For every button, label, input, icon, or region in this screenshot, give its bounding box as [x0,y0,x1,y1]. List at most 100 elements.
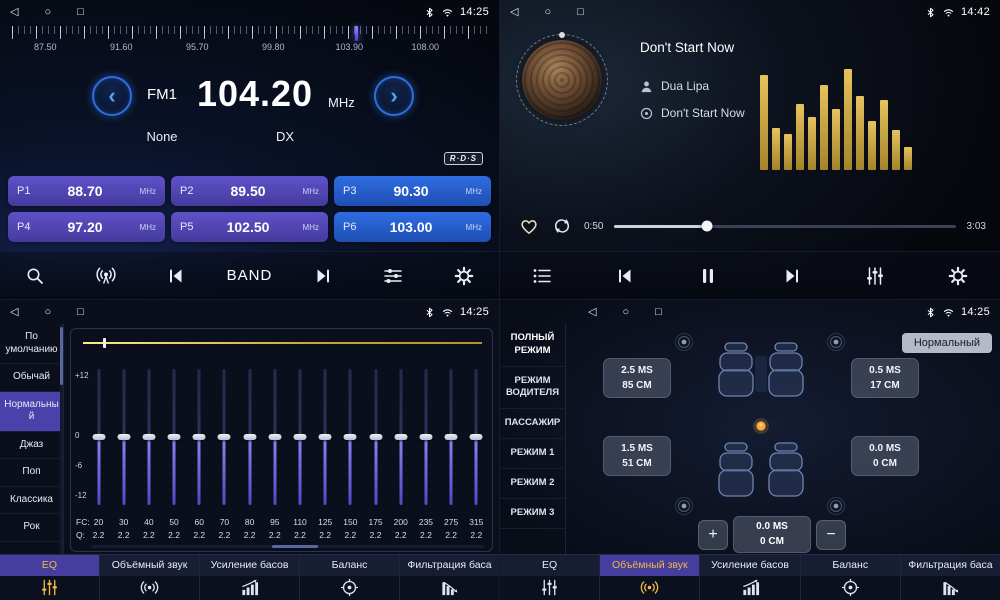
eq-slider-knob[interactable] [369,434,382,440]
eq-slider-knob[interactable] [319,434,332,440]
master-level-slider[interactable] [83,337,482,349]
eq-band-slider[interactable] [293,367,308,507]
nav-back-icon[interactable]: ◁ [10,7,18,18]
tab-bass-boost[interactable]: Усиление басов [200,555,300,600]
playlist-icon[interactable] [522,258,562,294]
sound-preset-button[interactable]: Нормальный [902,333,992,353]
eq-slider-knob[interactable] [394,434,407,440]
eq-slider-knob[interactable] [470,434,483,440]
eq-slider-knob[interactable] [193,434,206,440]
eq-band-slider[interactable] [418,367,433,507]
tuning-pointer[interactable] [355,26,358,41]
mode-3[interactable]: РЕЖИМ 3 [500,499,565,529]
delay-front-left[interactable]: 2.5 MS85 CM [603,358,671,398]
settings-gear-icon[interactable] [444,258,484,294]
previous-track-icon[interactable] [605,258,645,294]
tab-surround-sound[interactable]: Объёмный звук [100,555,200,600]
scrollbar-thumb[interactable] [272,545,318,548]
broadcast-icon[interactable] [86,258,126,294]
tab-surround-sound[interactable]: Объёмный звук [600,555,700,600]
dx-mode[interactable]: DX [262,129,308,144]
eq-band-slider[interactable] [192,367,207,507]
eq-band-slider[interactable] [167,367,182,507]
preset-button-p3[interactable]: P390.30MHz [334,176,491,206]
nav-home-icon[interactable]: ○ [44,7,51,18]
bands-horizontal-scrollbar[interactable] [91,545,484,548]
seek-up-button[interactable]: › [374,76,414,116]
nav-home-icon[interactable]: ○ [622,307,629,318]
preset-button-p4[interactable]: P497.20MHz [8,212,165,242]
eq-preset-jazz[interactable]: Джаз [0,432,63,460]
delay-decrease-button[interactable]: − [816,520,846,550]
tab-bass-filter[interactable]: Фильтрация баса [901,555,1000,600]
settings-gear-icon[interactable] [938,258,978,294]
delay-front-right[interactable]: 0.5 MS17 CM [851,358,919,398]
eq-slider-knob[interactable] [268,434,281,440]
delay-rear-right[interactable]: 0.0 MS0 CM [851,436,919,476]
next-track-icon[interactable] [303,258,343,294]
equalizer-settings-icon[interactable] [855,258,895,294]
pause-icon[interactable] [688,258,728,294]
nav-back-icon[interactable]: ◁ [10,307,18,318]
eq-band-slider[interactable] [141,367,156,507]
eq-preset-default[interactable]: По умолчанию [0,324,63,364]
nav-home-icon[interactable]: ○ [44,307,51,318]
eq-band-slider[interactable] [91,367,106,507]
previous-track-icon[interactable] [156,258,196,294]
eq-band-slider[interactable] [242,367,257,507]
nav-back-icon[interactable]: ◁ [588,307,596,318]
eq-preset-pop[interactable]: Поп [0,459,63,487]
eq-slider-knob[interactable] [294,434,307,440]
eq-band-slider[interactable] [393,367,408,507]
eq-preset-classic[interactable]: Классика [0,487,63,515]
seek-down-button[interactable]: ‹ [92,76,132,116]
tab-eq[interactable]: EQ [0,555,100,600]
progress-knob[interactable] [701,221,712,232]
preset-button-p5[interactable]: P5102.50MHz [171,212,328,242]
search-stations-icon[interactable] [15,258,55,294]
eq-band-slider[interactable] [343,367,358,507]
eq-band-slider[interactable] [217,367,232,507]
tab-balance[interactable]: Баланс [300,555,400,600]
sidebar-scrollbar[interactable] [60,324,63,554]
next-track-icon[interactable] [772,258,812,294]
eq-band-slider[interactable] [469,367,484,507]
eq-slider-knob[interactable] [419,434,432,440]
eq-band-slider[interactable] [318,367,333,507]
mode-2[interactable]: РЕЖИМ 2 [500,469,565,499]
eq-slider-knob[interactable] [142,434,155,440]
eq-slider-knob[interactable] [243,434,256,440]
eq-slider-knob[interactable] [168,434,181,440]
band-button[interactable]: BAND [227,258,273,294]
nav-recents-icon[interactable]: □ [77,7,84,18]
eq-slider-knob[interactable] [218,434,231,440]
eq-band-slider[interactable] [368,367,383,507]
nav-home-icon[interactable]: ○ [544,7,551,18]
master-slider-knob[interactable] [103,338,106,348]
eq-slider-knob[interactable] [445,434,458,440]
tab-bass-boost[interactable]: Усиление басов [700,555,800,600]
eq-preset-rock[interactable]: Рок [0,514,63,542]
mode-passenger[interactable]: ПАССАЖИР [500,409,565,439]
mode-driver[interactable]: РЕЖИМ ВОДИТЕЛЯ [500,367,565,410]
eq-slider-knob[interactable] [344,434,357,440]
favorite-heart-icon[interactable] [518,215,540,237]
tab-bass-filter[interactable]: Фильтрация баса [400,555,499,600]
nav-back-icon[interactable]: ◁ [510,7,518,18]
preset-button-p1[interactable]: P188.70MHz [8,176,165,206]
tab-eq[interactable]: EQ [500,555,600,600]
eq-preset-custom[interactable]: Обычай [0,364,63,392]
scrollbar-thumb[interactable] [60,327,63,385]
eq-preset-normal[interactable]: Нормальный [0,392,63,432]
eq-band-slider[interactable] [267,367,282,507]
progress-bar[interactable] [614,225,955,228]
eq-band-slider[interactable] [444,367,459,507]
mode-full[interactable]: ПОЛНЫЙ РЕЖИМ [500,324,565,367]
eq-slider-knob[interactable] [117,434,130,440]
preset-button-p2[interactable]: P289.50MHz [171,176,328,206]
preset-button-p6[interactable]: P6103.00MHz [334,212,491,242]
delay-rear-left[interactable]: 1.5 MS51 CM [603,436,671,476]
nav-recents-icon[interactable]: □ [577,7,584,18]
tab-balance[interactable]: Баланс [801,555,901,600]
delay-increase-button[interactable]: + [698,520,728,550]
